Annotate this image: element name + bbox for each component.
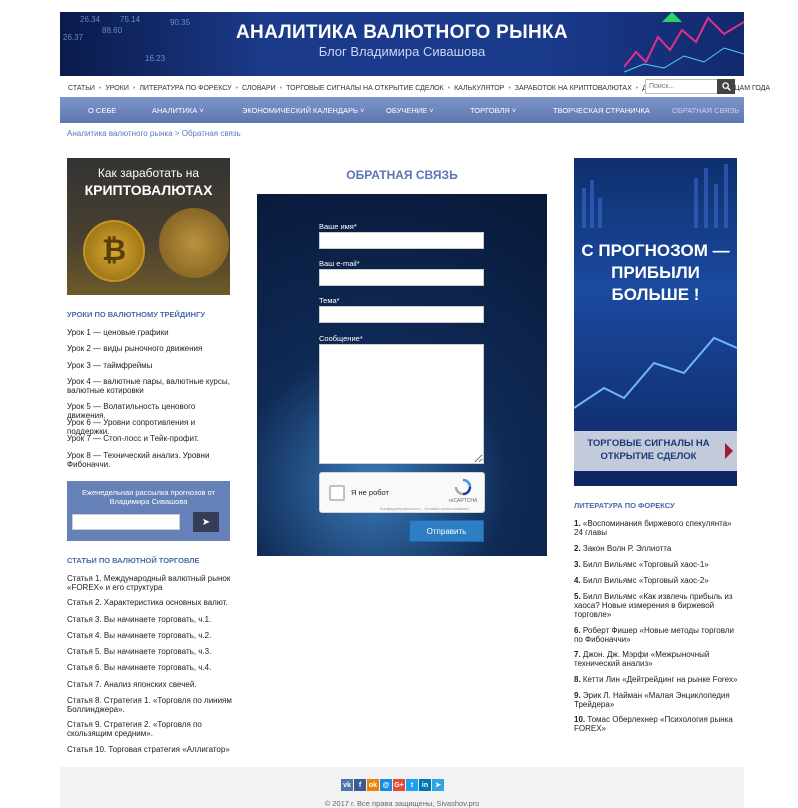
articles-section-title: Статьи по валютной торговле [67,556,200,565]
header-banner[interactable]: 26.34 75.14 88.60 26.37 90.35 16.23 АНАЛ… [60,12,744,76]
book-link[interactable]: 7. Джон. Дж. Мэрфи «Межрыночный техничес… [574,650,739,668]
nav-trading[interactable]: Торговля ˅ [470,106,516,115]
top-menu-item-lessons[interactable]: Уроки [105,85,129,92]
copyright: © 2017 г. Все права защищены, Sivashov.p… [324,799,480,808]
nav-about[interactable]: О себе [88,106,116,115]
odnoklassniki-icon[interactable]: ok [367,779,379,791]
article-link[interactable]: Статья 5. Вы начинаете торговать, ч.3. [67,647,232,656]
article-link[interactable]: Статья 8. Стратегия 1. «Торговля по лини… [67,696,232,714]
breadcrumb-separator: > [172,129,182,138]
crypto-promo-line2: КРИПТОВАЛЮТАХ [84,182,213,198]
social-share-bar: vk f ok @ G+ t in ➤ [341,779,444,791]
feedback-form: Ваше имя* Ваш e-mail* Тема* Сообщение* Я… [257,194,547,556]
linkedin-icon[interactable]: in [419,779,431,791]
moimir-icon[interactable]: @ [380,779,392,791]
article-link[interactable]: Статья 9. Стратегия 2. «Торговля по скол… [67,720,232,738]
top-menu: Статьи • Уроки • Литература по форексу • Сл… [68,84,771,92]
breadcrumb: Аналитика валютного рынка > Обратная свя… [67,129,241,138]
captcha-checkbox[interactable] [329,485,345,501]
page-title: ОБРАТНАЯ СВЯЗЬ [346,168,458,182]
subscribe-widget: Еженедельная рассылка прогнозов от Влади… [67,481,230,541]
lesson-link[interactable]: Урок 3 — таймфреймы [67,361,232,370]
search-icon [721,82,731,91]
email-label: Ваш e-mail* [319,259,360,268]
subscribe-text: Еженедельная рассылка прогнозов от Влади… [81,488,216,506]
book-link[interactable]: 10. Томас Оберлехнер «Психология рынка F… [574,715,739,733]
article-link[interactable]: Статья 10. Торговая стратегия «Аллигатор… [67,745,232,754]
book-link[interactable]: 6. Роберт Фишер «Новые методы торговли п… [574,626,739,644]
search-button[interactable] [717,79,735,94]
message-field[interactable] [319,344,484,464]
nav-feedback[interactable]: Обратная связь [672,106,739,115]
nav-creative[interactable]: Творческая страничка [553,106,650,115]
subject-label: Тема* [319,296,340,305]
top-menu-item-calculator[interactable]: Калькулятор [454,85,504,92]
top-menu-item-dictionaries[interactable]: Словари [242,85,276,92]
lesson-link[interactable]: Урок 2 — виды рыночного движения [67,344,232,353]
article-link[interactable]: Статья 6. Вы начинаете торговать, ч.4. [67,663,232,672]
search-input[interactable] [645,79,720,94]
lesson-link[interactable]: Урок 8 — Технический анализ. Уровни Фибо… [67,451,232,469]
top-menu-item-literature[interactable]: Литература по форексу [139,85,231,92]
page: 26.34 75.14 88.60 26.37 90.35 16.23 АНАЛ… [60,0,771,808]
email-field[interactable] [319,269,484,286]
crypto-promo-line1: Как заработать на [97,166,200,180]
article-link[interactable]: Статья 1. Международный валютный рынок «… [67,574,232,592]
main-nav: О себе Аналитика ˅ Экономический календа… [60,97,744,123]
book-link[interactable]: 4. Билл Вильямс «Торговый хаос-2» [574,576,739,585]
crypto-promo-banner[interactable]: Как заработать на КРИПТОВАЛЮТАХ ₿ [67,158,230,295]
captcha-brand: reCAPTCHA [449,498,478,504]
signals-promo-strip-text: ТОРГОВЫЕ СИГНАЛЫ НА ОТКРЫТИЕ СДЕЛОК [587,438,710,462]
bitcoin-icon: ₿ [83,220,145,282]
coin-stack-image [159,208,229,278]
article-link[interactable]: Статья 7. Анализ японских свечей. [67,680,232,689]
lesson-link[interactable]: Урок 1 — ценовые графики [67,328,232,337]
breadcrumb-home-link[interactable]: Аналитика валютного рынка [67,129,173,138]
breadcrumb-current: Обратная связь [181,129,241,138]
recaptcha-widget: Я не робот reCAPTCHA Конфиденциальность … [319,472,485,513]
lessons-section-title: Уроки по валютному трейдингу [67,310,205,319]
name-field[interactable] [319,232,484,249]
nav-calendar[interactable]: Экономический календарь ˅ [242,106,364,115]
facebook-icon[interactable]: f [354,779,366,791]
signals-promo-banner[interactable]: С ПРОГНОЗОМ — ПРИБЫЛИ БОЛЬШЕ ! ТОРГОВЫЕ … [574,158,737,486]
book-link[interactable]: 9. Эрик Л. Найман «Малая Энциклопедия Тр… [574,691,739,709]
nav-analytics[interactable]: Аналитика ˅ [152,106,204,115]
literature-section-title: Литература по форексу [574,501,675,510]
top-menu-item-crypto[interactable]: Заработок на криптовалютах [515,85,632,92]
article-link[interactable]: Статья 2. Характеристика основных валют. [67,598,232,607]
book-link[interactable]: 1. «Воспоминания биржевого спекулянта» 2… [574,519,739,537]
recaptcha-icon [454,478,472,496]
captcha-privacy[interactable]: Конфиденциальность - Условия использован… [380,506,469,511]
name-label: Ваше имя* [319,222,357,231]
telegram-icon[interactable]: ➤ [432,779,444,791]
site-subtitle: Блог Владимира Сивашова [318,44,486,59]
book-link[interactable]: 5. Билл Вильямс «Как извлечь прибыль из … [574,592,739,619]
book-link[interactable]: 8. Кетти Лин «Дейтрейдинг на рынке Forex… [574,675,739,684]
top-menu-item-signals[interactable]: Торговые сигналы на открытие сделок [286,85,444,92]
book-link[interactable]: 3. Билл Вильямс «Торговый хаос-1» [574,560,739,569]
message-label: Сообщение* [319,334,363,343]
site-title: АНАЛИТИКА ВАЛЮТНОГО РЫНКА [236,22,568,43]
article-link[interactable]: Статья 3. Вы начинаете торговать, ч.1. [67,615,232,624]
subject-field[interactable] [319,306,484,323]
subscribe-email-input[interactable] [72,514,180,530]
vk-icon[interactable]: vk [341,779,353,791]
article-link[interactable]: Статья 4. Вы начинаете торговать, ч.2. [67,631,232,640]
signals-promo-headline: С ПРОГНОЗОМ — ПРИБЫЛИ БОЛЬШЕ ! [581,241,730,304]
lesson-link[interactable]: Урок 4 — валютные пары, валютные курсы, … [67,377,232,395]
book-link[interactable]: 2. Закон Волн Р. Эллиотта [574,544,739,553]
lesson-link[interactable]: Урок 7 — Стоп-лосс и Тейк-профит. [67,434,232,443]
captcha-label: Я не робот [351,488,389,497]
send-arrow-icon: ➤ [201,516,211,528]
signals-promo-strip[interactable]: ТОРГОВЫЕ СИГНАЛЫ НА ОТКРЫТИЕ СДЕЛОК [574,431,737,471]
submit-button[interactable]: Отправить [409,520,484,542]
twitter-icon[interactable]: t [406,779,418,791]
nav-education[interactable]: Обучение ˅ [386,106,434,115]
googleplus-icon[interactable]: G+ [393,779,405,791]
arrow-right-icon [725,443,733,459]
subscribe-button[interactable]: ➤ [193,512,219,532]
top-menu-item-articles[interactable]: Статьи [68,85,95,92]
